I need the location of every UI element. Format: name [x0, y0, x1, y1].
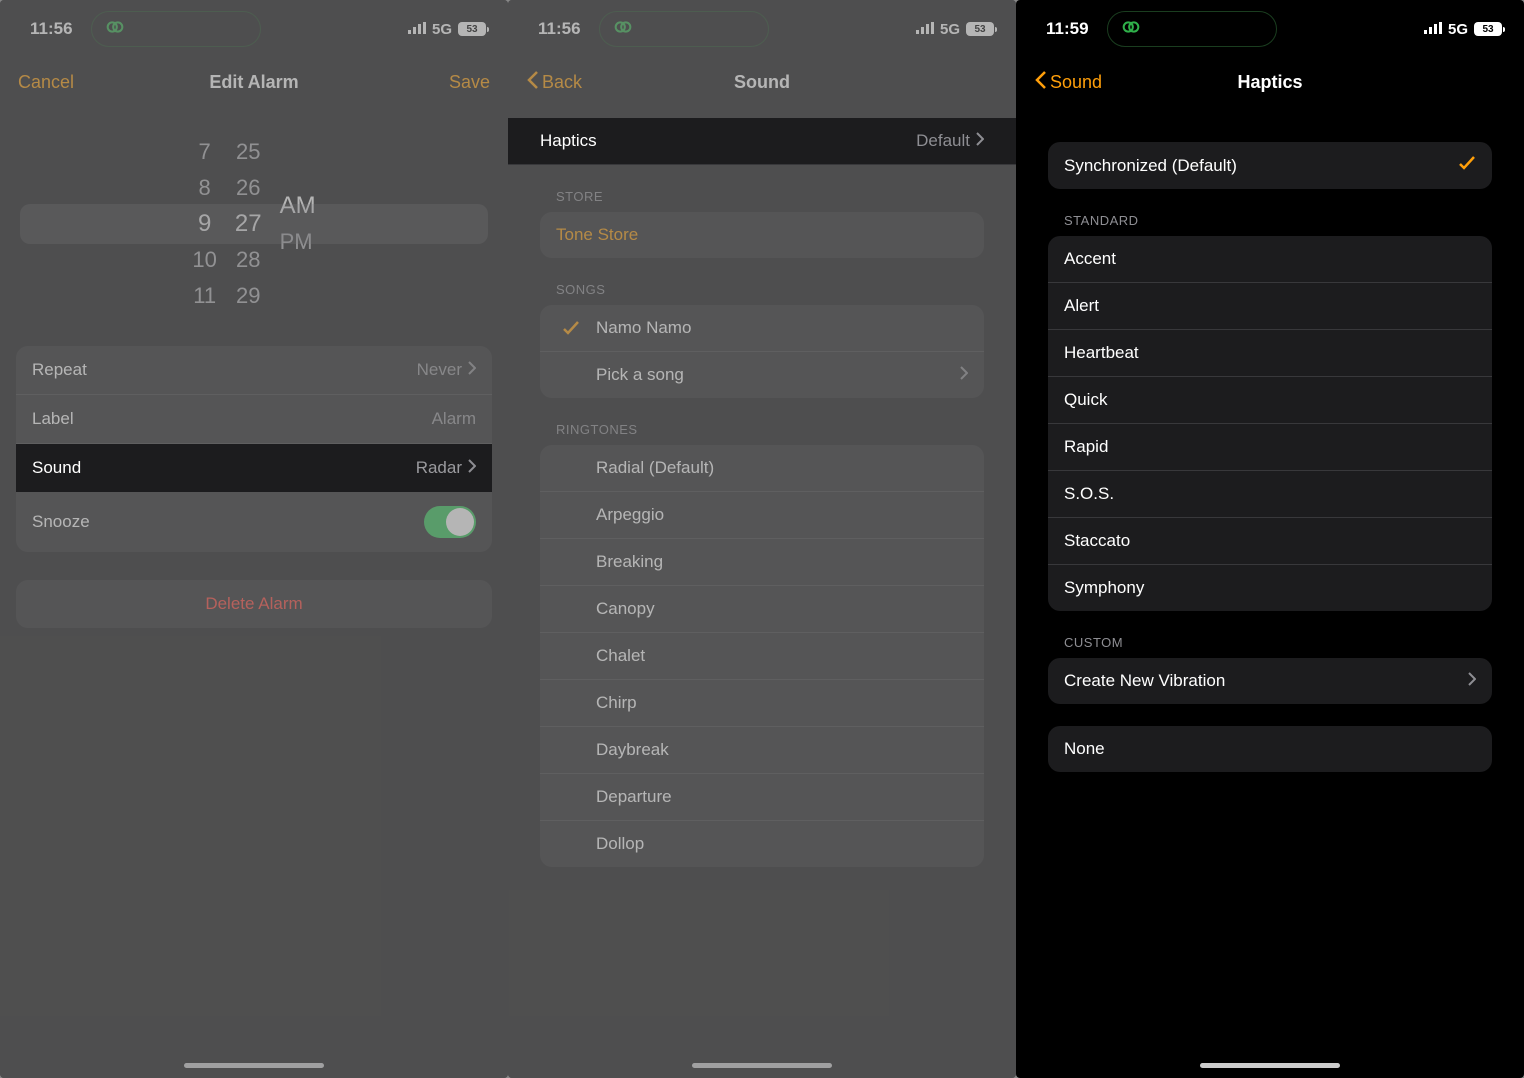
haptic-row[interactable]: Staccato: [1048, 518, 1492, 565]
ringtone-row[interactable]: Arpeggio: [540, 492, 984, 539]
ringtone-row[interactable]: Canopy: [540, 586, 984, 633]
ringtone-row[interactable]: Chirp: [540, 680, 984, 727]
haptic-row[interactable]: Rapid: [1048, 424, 1492, 471]
dynamic-island: [91, 11, 261, 47]
status-time: 11:56: [538, 19, 581, 39]
home-indicator[interactable]: [692, 1063, 832, 1068]
status-time: 11:59: [1046, 19, 1089, 39]
chevron-left-icon: [1034, 70, 1048, 95]
home-indicator[interactable]: [184, 1063, 324, 1068]
synchronized-row[interactable]: Synchronized (Default): [1048, 142, 1492, 189]
repeat-row[interactable]: Repeat Never: [16, 346, 492, 395]
navbar: Sound Haptics: [1016, 54, 1524, 110]
haptic-row[interactable]: Heartbeat: [1048, 330, 1492, 377]
create-vibration-row[interactable]: Create New Vibration: [1048, 658, 1492, 704]
signal-bars-icon: [408, 21, 426, 38]
delete-alarm-button[interactable]: Delete Alarm: [16, 580, 492, 628]
link-icon: [104, 16, 126, 43]
standard-header: STANDARD: [1032, 189, 1508, 236]
store-header: STORE: [524, 165, 1000, 212]
navbar: Cancel Edit Alarm Save: [0, 54, 508, 110]
edit-alarm-screen: 11:56 5G 53 Cancel Edit Alarm Save 7 8: [0, 0, 508, 1078]
haptic-row[interactable]: Accent: [1048, 236, 1492, 283]
signal-bars-icon: [916, 21, 934, 38]
signal-bars-icon: [1424, 21, 1442, 38]
ringtone-row[interactable]: Daybreak: [540, 727, 984, 774]
snooze-row[interactable]: Snooze: [16, 492, 492, 552]
chevron-left-icon: [526, 70, 540, 95]
haptic-row[interactable]: S.O.S.: [1048, 471, 1492, 518]
page-title: Sound: [734, 72, 790, 93]
tone-store-row[interactable]: Tone Store: [540, 212, 984, 258]
check-icon: [556, 320, 586, 336]
pick-song-row[interactable]: Pick a song: [540, 352, 984, 398]
back-button[interactable]: Back: [526, 70, 606, 95]
custom-header: CUSTOM: [1032, 611, 1508, 658]
haptics-screen: 11:59 5G 53 Sound Haptics Synchronize: [1016, 0, 1524, 1078]
link-icon: [612, 16, 634, 43]
snooze-toggle[interactable]: [424, 506, 476, 538]
ringtone-row[interactable]: Radial (Default): [540, 445, 984, 492]
page-title: Edit Alarm: [209, 72, 298, 93]
back-button[interactable]: Sound: [1034, 70, 1114, 95]
chevron-right-icon: [976, 131, 984, 151]
standard-list: Accent Alert Heartbeat Quick Rapid S.O.S…: [1048, 236, 1492, 611]
label-row[interactable]: Label Alarm: [16, 395, 492, 444]
haptics-row[interactable]: Haptics Default: [508, 118, 1016, 165]
songs-header: SONGS: [524, 258, 1000, 305]
song-selected-row[interactable]: Namo Namo: [540, 305, 984, 352]
none-list: None: [1048, 726, 1492, 772]
navbar: Back Sound: [508, 54, 1016, 110]
sound-screen: 11:56 5G 53 Back Sound Haptics Default: [508, 0, 1016, 1078]
chevron-right-icon: [960, 365, 968, 385]
alarm-options-list: Repeat Never Label Alarm Sound Radar Sno…: [16, 346, 492, 552]
ringtone-row[interactable]: Breaking: [540, 539, 984, 586]
ringtone-row[interactable]: Departure: [540, 774, 984, 821]
status-time: 11:56: [30, 19, 73, 39]
page-title: Haptics: [1237, 72, 1302, 93]
store-list: Tone Store: [540, 212, 984, 258]
ringtones-list: Radial (Default) Arpeggio Breaking Canop…: [540, 445, 984, 867]
chevron-right-icon: [468, 458, 476, 478]
battery-icon: 53: [1474, 22, 1502, 36]
chevron-right-icon: [1468, 671, 1476, 691]
sound-row[interactable]: Sound Radar: [16, 444, 492, 492]
network-label: 5G: [432, 21, 452, 38]
save-button[interactable]: Save: [410, 72, 490, 93]
home-indicator[interactable]: [1200, 1063, 1340, 1068]
dynamic-island: [1107, 11, 1277, 47]
custom-list: Create New Vibration: [1048, 658, 1492, 704]
time-picker[interactable]: 7 8 9 10 11 25 26 27 28 29 AM PM: [0, 124, 508, 324]
ringtone-row[interactable]: Chalet: [540, 633, 984, 680]
ringtone-row[interactable]: Dollop: [540, 821, 984, 867]
haptic-row[interactable]: Alert: [1048, 283, 1492, 330]
haptic-row[interactable]: Symphony: [1048, 565, 1492, 611]
default-list: Synchronized (Default): [1048, 142, 1492, 189]
ringtones-header: RINGTONES: [524, 398, 1000, 445]
network-label: 5G: [940, 21, 960, 38]
link-icon: [1120, 16, 1142, 43]
haptic-row[interactable]: Quick: [1048, 377, 1492, 424]
battery-icon: 53: [458, 22, 486, 36]
battery-icon: 53: [966, 22, 994, 36]
status-bar: 11:59 5G 53: [1016, 0, 1524, 54]
network-label: 5G: [1448, 21, 1468, 38]
cancel-button[interactable]: Cancel: [18, 72, 98, 93]
status-bar: 11:56 5G 53: [0, 0, 508, 54]
check-icon: [1458, 155, 1476, 176]
status-bar: 11:56 5G 53: [508, 0, 1016, 54]
chevron-right-icon: [468, 360, 476, 380]
songs-list: Namo Namo Pick a song: [540, 305, 984, 398]
dynamic-island: [599, 11, 769, 47]
none-row[interactable]: None: [1048, 726, 1492, 772]
